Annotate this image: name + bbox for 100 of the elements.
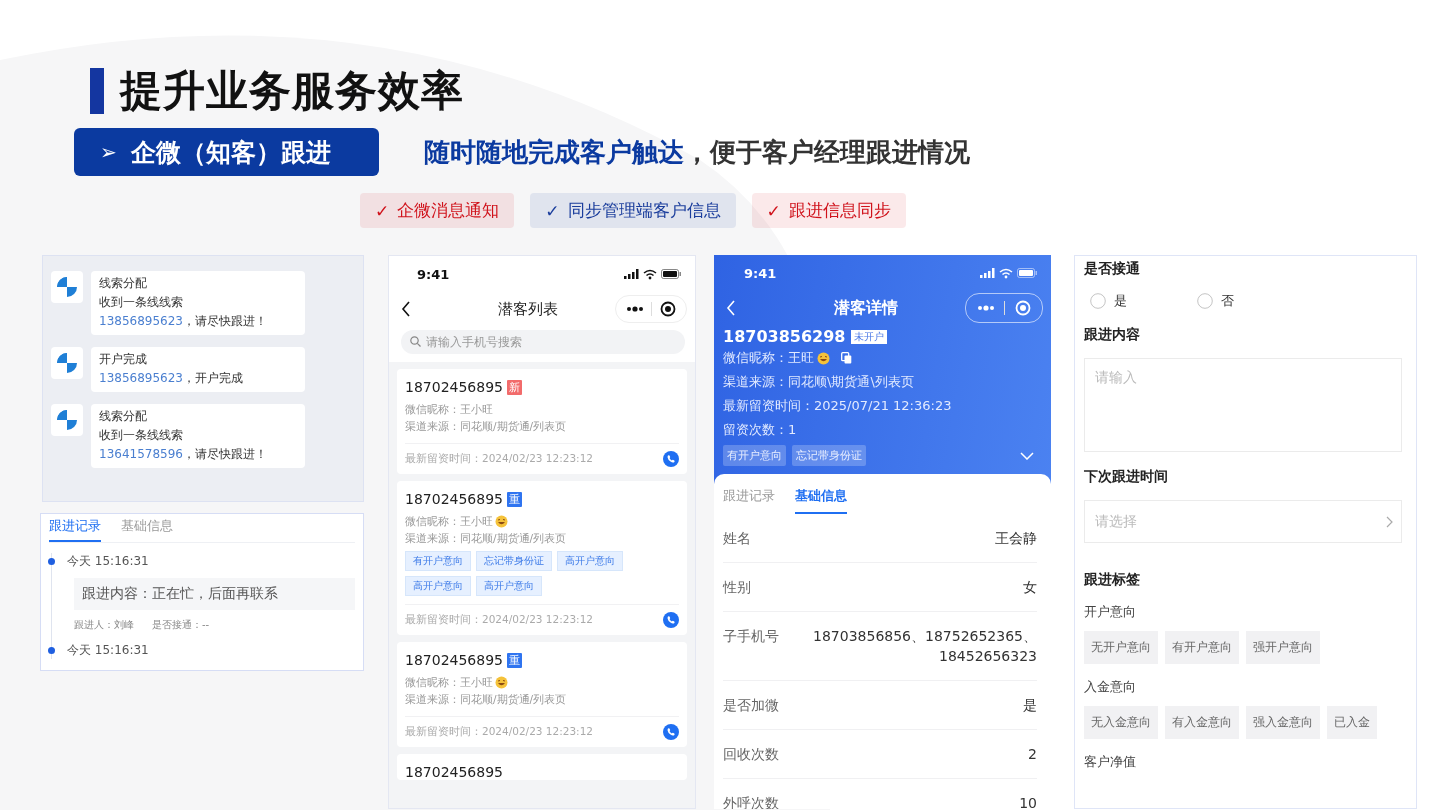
source-text: 渠道来源：同花顺/期货通/列表页 <box>405 419 568 434</box>
status-badge: 新 <box>507 379 522 395</box>
nickname-text: 微信昵称：王旺 <box>723 349 814 367</box>
phone-number: 18702456895 <box>405 491 503 507</box>
chevron-down-icon[interactable] <box>1020 451 1034 460</box>
source-text: 渠道来源：同花顺/期货通/列表页 <box>405 692 568 707</box>
phone-number: 18702456895 <box>405 764 503 780</box>
source-text: 渠道来源：同花顺/期货通/列表页 <box>405 531 568 546</box>
feature-label: 跟进信息同步 <box>788 199 891 222</box>
check-icon: ✓ <box>375 200 390 221</box>
signal-icon <box>624 269 639 279</box>
section-label-text: 企微（知客）跟进 <box>130 136 331 169</box>
tag-option[interactable]: 无入金意向 <box>1084 706 1158 739</box>
search-icon <box>410 336 421 347</box>
question-label: 下次跟进时间 <box>1084 468 1169 486</box>
question-label: 跟进标签 <box>1084 571 1141 589</box>
battery-icon <box>1017 268 1037 278</box>
signal-icon <box>980 268 995 278</box>
phone-call-icon[interactable] <box>663 724 679 740</box>
feature-label: 企微消息通知 <box>397 199 500 222</box>
field-label: 性别 <box>723 578 752 597</box>
message-text: ，请尽快跟进！ <box>183 314 267 328</box>
radio-option[interactable]: 否 <box>1197 292 1234 310</box>
nickname-text: 微信昵称：王小旺 <box>405 514 493 529</box>
field-label: 姓名 <box>723 529 752 548</box>
tag: 忘记带身份证 <box>476 551 552 571</box>
lead-card[interactable]: 18702456895 <box>397 754 687 780</box>
group-label: 入金意向 <box>1084 678 1137 696</box>
group-label: 开户意向 <box>1084 603 1137 621</box>
tag-option[interactable]: 已入金 <box>1327 706 1377 739</box>
question-label: 跟进内容 <box>1084 326 1141 344</box>
phone-link[interactable]: 13856895623 <box>99 314 183 328</box>
tag-option[interactable]: 强入金意向 <box>1246 706 1320 739</box>
phone-call-icon[interactable] <box>663 612 679 628</box>
tag: 有开户意向 <box>405 551 471 571</box>
group-label: 客户净值 <box>1084 753 1137 771</box>
message-text: 收到一条线线索 <box>99 294 184 311</box>
time-text: 最新留资时间：2025/07/21 12:36:23 <box>722 397 953 415</box>
phone-number: 18703856298 <box>723 327 846 346</box>
copy-icon[interactable] <box>841 352 852 364</box>
time-text: 最新留资时间：2024/02/23 12:23:12 <box>405 613 593 627</box>
phone-number: 18702456895 <box>405 379 503 395</box>
menu-capsule[interactable] <box>615 295 687 323</box>
nickname-text: 微信昵称：王小旺 <box>405 675 493 690</box>
search-field[interactable]: 请输入手机号搜索 <box>401 330 685 354</box>
field-label: 是否加微 <box>723 696 780 715</box>
title-accent-bar <box>90 68 104 114</box>
phone-link[interactable]: 13856895623 <box>99 371 183 385</box>
record-time: 今天 15:16:31 <box>67 642 149 659</box>
timeline-dot-icon <box>48 647 55 654</box>
record-connected: 是否接通：-- <box>152 618 210 632</box>
field-value: 是 <box>1022 696 1037 715</box>
radio-option[interactable]: 是 <box>1090 292 1127 310</box>
tag: 忘记带身份证 <box>792 445 866 466</box>
tab[interactable]: 跟进记录 <box>723 482 775 514</box>
phone-call-icon[interactable] <box>663 451 679 467</box>
status-badge: 重 <box>507 652 522 668</box>
message-text: 收到一条线线索 <box>99 427 184 444</box>
tag-option[interactable]: 有开户意向 <box>1165 631 1239 664</box>
tag-option[interactable]: 有入金意向 <box>1165 706 1239 739</box>
status-time: 9:41 <box>744 265 777 281</box>
tab[interactable]: 基础信息 <box>795 482 847 514</box>
count-text: 留资次数：1 <box>722 421 798 439</box>
check-icon: ✓ <box>545 200 560 221</box>
message-text: ，请尽快跟进！ <box>183 447 267 461</box>
more-icon <box>976 305 995 311</box>
tagline-highlight: 随时随地完成客户触达 <box>424 136 684 167</box>
tab[interactable]: 跟进记录 <box>49 514 101 542</box>
tag: 高开户意向 <box>405 576 471 596</box>
time-text: 最新留资时间：2024/02/23 12:23:12 <box>405 725 593 739</box>
tagline-text: ，便于客户经理跟进情况 <box>684 136 970 167</box>
screen-title: 潜客详情 <box>832 297 899 319</box>
message-title: 线索分配 <box>99 408 148 425</box>
tag-option[interactable]: 强开户意向 <box>1246 631 1320 664</box>
slide-title: 提升业务服务效率 <box>120 65 464 117</box>
lead-card[interactable]: 18702456895 新 微信昵称：王小旺 渠道来源：同花顺/期货通/列表页 最新留资时间：2024/02/23 12:23:12 <box>397 369 687 474</box>
tag: 高开户意向 <box>557 551 623 571</box>
message-text: ，开户完成 <box>183 371 243 385</box>
status-badge: 未开户 <box>851 329 888 344</box>
back-icon[interactable] <box>401 301 411 317</box>
field-value: 女 <box>1022 578 1037 597</box>
text-area[interactable]: 请输入 <box>1084 358 1402 452</box>
lead-card[interactable]: 18702456895 重 微信昵称：王小旺 渠道来源：同花顺/期货通/列表页 有开户意向 忘记带身份证 高开户意向 高开户意向 高开户意向 最新留资时间：2024/02/23 12:23:12 <box>397 481 687 635</box>
wifi-icon <box>643 268 657 280</box>
target-icon <box>660 301 677 317</box>
time-text: 最新留资时间：2024/02/23 12:23:12 <box>405 452 593 466</box>
source-text: 渠道来源：同花顺\期货通\列表页 <box>722 373 915 391</box>
field-value: 18703856856、18752652365、18452656323 <box>813 627 1037 666</box>
lead-card[interactable]: 18702456895 重 微信昵称：王小旺 渠道来源：同花顺/期货通/列表页 最新留资时间：2024/02/23 12:23:12 <box>397 642 687 747</box>
arrow-icon: ➢ <box>100 140 117 164</box>
question-label: 是否接通 <box>1084 260 1141 278</box>
status-badge: 重 <box>507 491 522 507</box>
tab[interactable]: 基础信息 <box>121 514 173 542</box>
target-icon <box>1015 300 1032 316</box>
tag: 有开户意向 <box>723 445 786 466</box>
tag-option[interactable]: 无开户意向 <box>1084 631 1158 664</box>
phone-link[interactable]: 13641578596 <box>99 447 183 461</box>
nickname-text: 微信昵称：王小旺 <box>405 402 493 417</box>
record-content: 跟进内容：正在忙，后面再联系 <box>74 578 355 610</box>
wifi-icon <box>999 267 1013 279</box>
